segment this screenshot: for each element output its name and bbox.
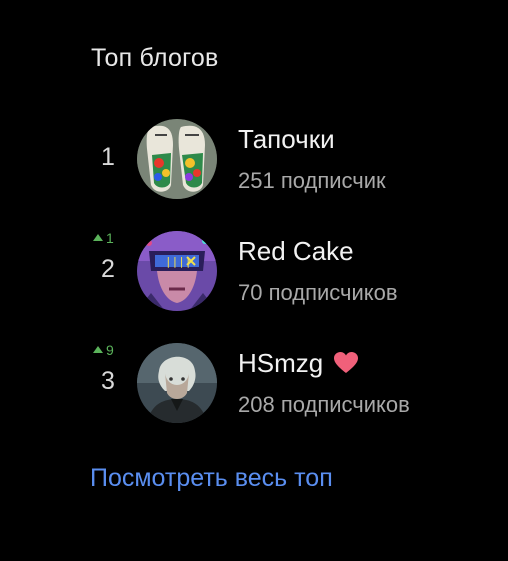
rank-number: 2 — [101, 255, 115, 283]
blog-list-item-3[interactable]: 9 3 HSmzg 208 подписчиков — [0, 342, 508, 424]
blog-name[interactable]: Тапочки — [238, 124, 335, 155]
rank-number: 1 — [101, 143, 115, 171]
top-blogs-widget: Топ блогов 1 Тапочки 251 подписчик 1 2 |… — [0, 0, 508, 561]
blog-list-item-1[interactable]: 1 Тапочки 251 подписчик — [0, 118, 508, 200]
rank-block: 1 2 — [88, 230, 130, 312]
subscriber-count: 208 подписчиков — [238, 392, 410, 417]
subscriber-count: 251 подписчик — [238, 168, 386, 193]
see-all-top-link[interactable]: Посмотреть весь топ — [90, 464, 333, 493]
rank-block: 9 3 — [88, 342, 130, 424]
portrait-avatar-icon — [137, 343, 217, 423]
rank-change-value: 1 — [106, 230, 114, 246]
rank-block: 1 — [88, 118, 130, 200]
rank-change: 9 — [93, 342, 114, 358]
widget-title: Топ блогов — [91, 44, 219, 72]
blog-avatar[interactable] — [137, 119, 217, 199]
rank-up-icon — [93, 346, 103, 353]
rank-up-icon — [93, 234, 103, 241]
slippers-avatar-icon — [137, 119, 217, 199]
blog-list-item-2[interactable]: 1 2 |||| Red Cake 70 подписчиков — [0, 230, 508, 312]
blog-name[interactable]: HSmzg — [238, 348, 359, 379]
subscriber-count: 70 подписчиков — [238, 280, 398, 305]
blog-avatar[interactable]: |||| — [137, 231, 217, 311]
blog-name-text: HSmzg — [238, 348, 324, 378]
blog-name[interactable]: Red Cake — [238, 236, 354, 267]
blog-avatar[interactable] — [137, 343, 217, 423]
rank-change: 1 — [93, 230, 114, 246]
rank-change-value: 9 — [106, 342, 114, 358]
heart-icon — [334, 352, 359, 373]
cyberpunk-avatar-icon: |||| — [137, 231, 217, 311]
rank-number: 3 — [101, 367, 115, 395]
